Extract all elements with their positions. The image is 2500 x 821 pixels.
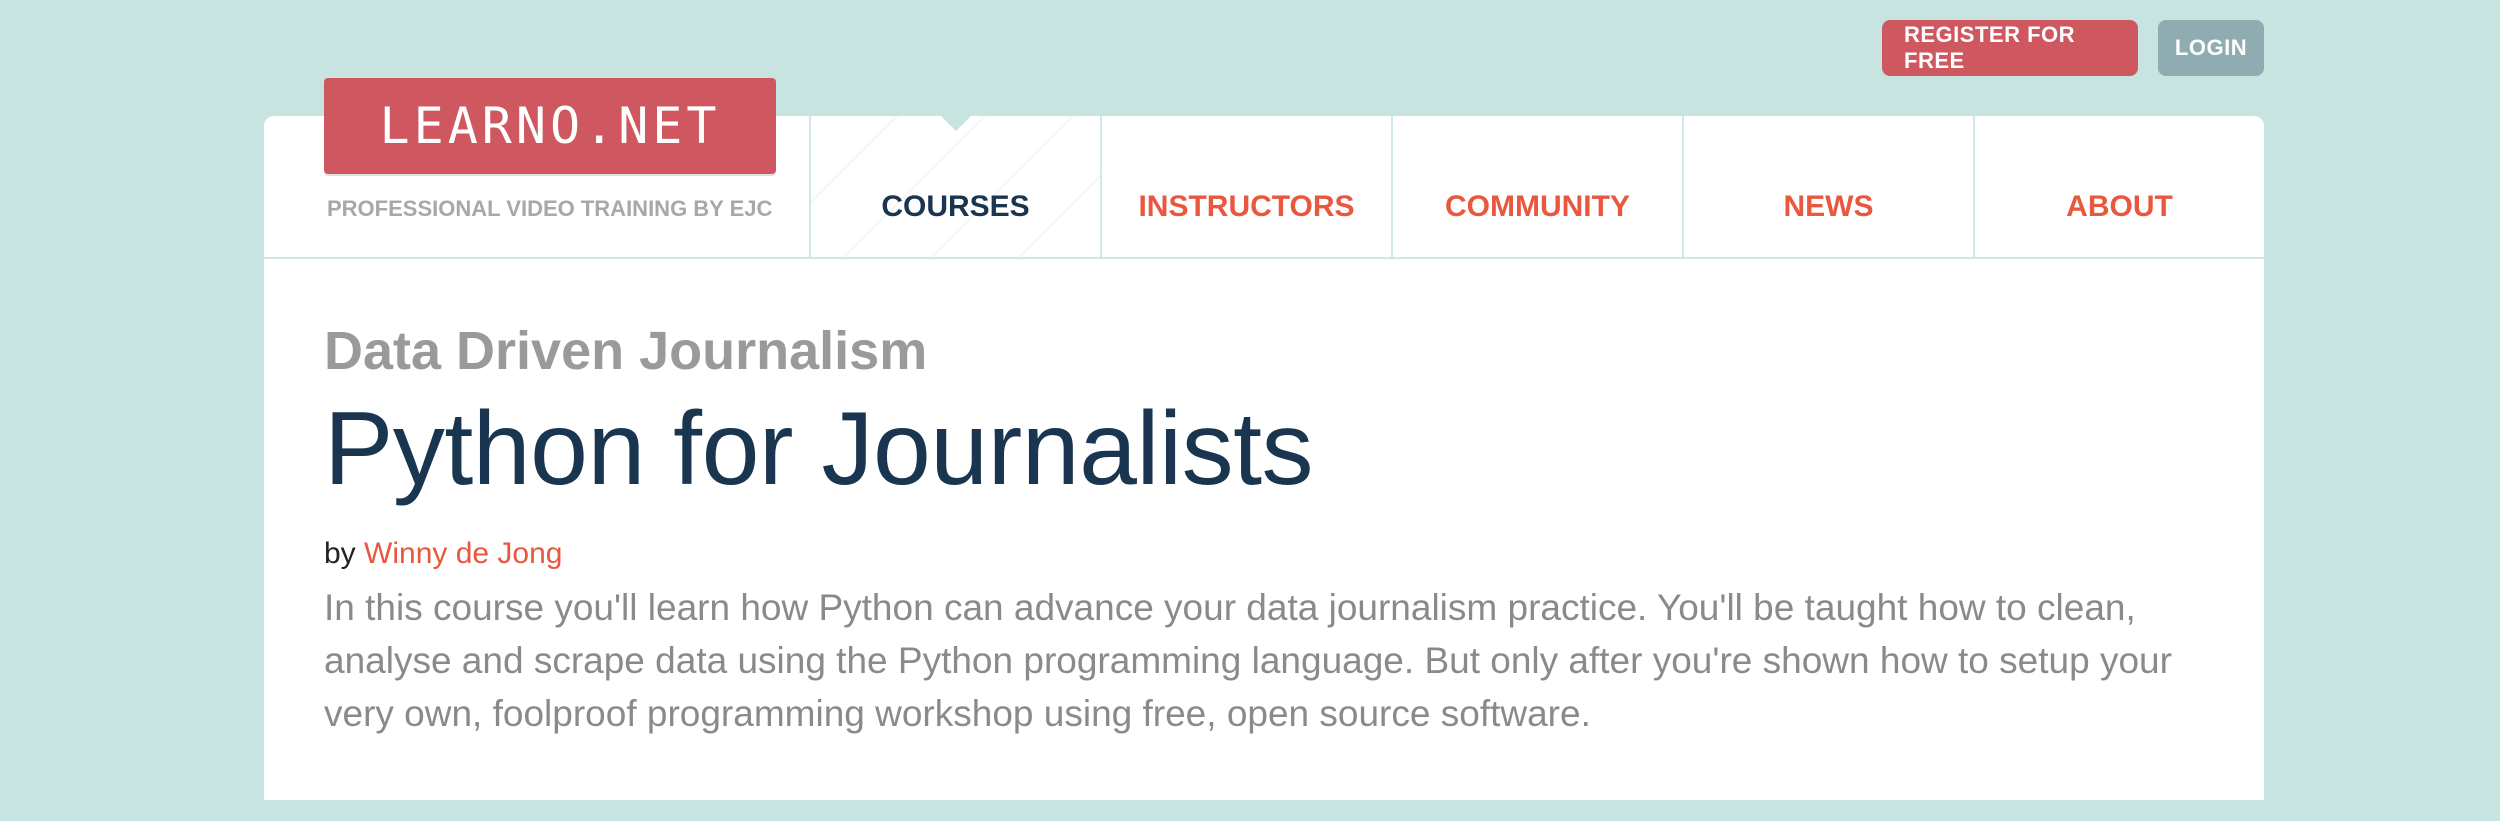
nav-item-label: COURSES bbox=[881, 189, 1030, 223]
nav-item-community[interactable]: COMMUNITY bbox=[1391, 116, 1682, 257]
main-card: LEARNO.NET PROFESSIONAL VIDEO TRAINING B… bbox=[264, 78, 2264, 800]
brand: LEARNO.NET PROFESSIONAL VIDEO TRAINING B… bbox=[264, 78, 809, 257]
site-header: LEARNO.NET PROFESSIONAL VIDEO TRAINING B… bbox=[264, 78, 2264, 259]
nav-item-about[interactable]: ABOUT bbox=[1973, 116, 2264, 257]
nav-item-news[interactable]: NEWS bbox=[1682, 116, 1973, 257]
nav-item-label: COMMUNITY bbox=[1445, 189, 1630, 223]
nav-item-label: INSTRUCTORS bbox=[1138, 189, 1355, 223]
login-button[interactable]: LOGIN bbox=[2158, 20, 2264, 76]
nav-item-instructors[interactable]: INSTRUCTORS bbox=[1100, 116, 1391, 257]
active-notch bbox=[940, 116, 971, 131]
course-content: Data Driven Journalism Python for Journa… bbox=[264, 259, 2264, 740]
register-button[interactable]: REGISTER FOR FREE bbox=[1882, 20, 2138, 76]
site-tagline: PROFESSIONAL VIDEO TRAINING BY EJC bbox=[327, 196, 773, 221]
nav-item-label: NEWS bbox=[1783, 189, 1874, 223]
site-logo[interactable]: LEARNO.NET bbox=[324, 78, 776, 174]
course-title: Python for Journalists bbox=[324, 391, 1314, 507]
byline-prefix: by bbox=[324, 537, 356, 570]
course-category: Data Driven Journalism bbox=[324, 321, 928, 381]
instructor-link[interactable]: Winny de Jong bbox=[364, 537, 562, 570]
main-nav: COURSES INSTRUCTORS COMMUNITY NEWS ABOUT bbox=[809, 116, 2264, 257]
nav-item-courses[interactable]: COURSES bbox=[809, 116, 1100, 257]
top-actions: REGISTER FOR FREE LOGIN bbox=[1882, 20, 2264, 76]
course-description: In this course you'll learn how Python c… bbox=[324, 587, 2172, 734]
nav-item-label: ABOUT bbox=[2066, 189, 2173, 223]
course-byline: by Winny de Jong bbox=[324, 537, 2204, 571]
